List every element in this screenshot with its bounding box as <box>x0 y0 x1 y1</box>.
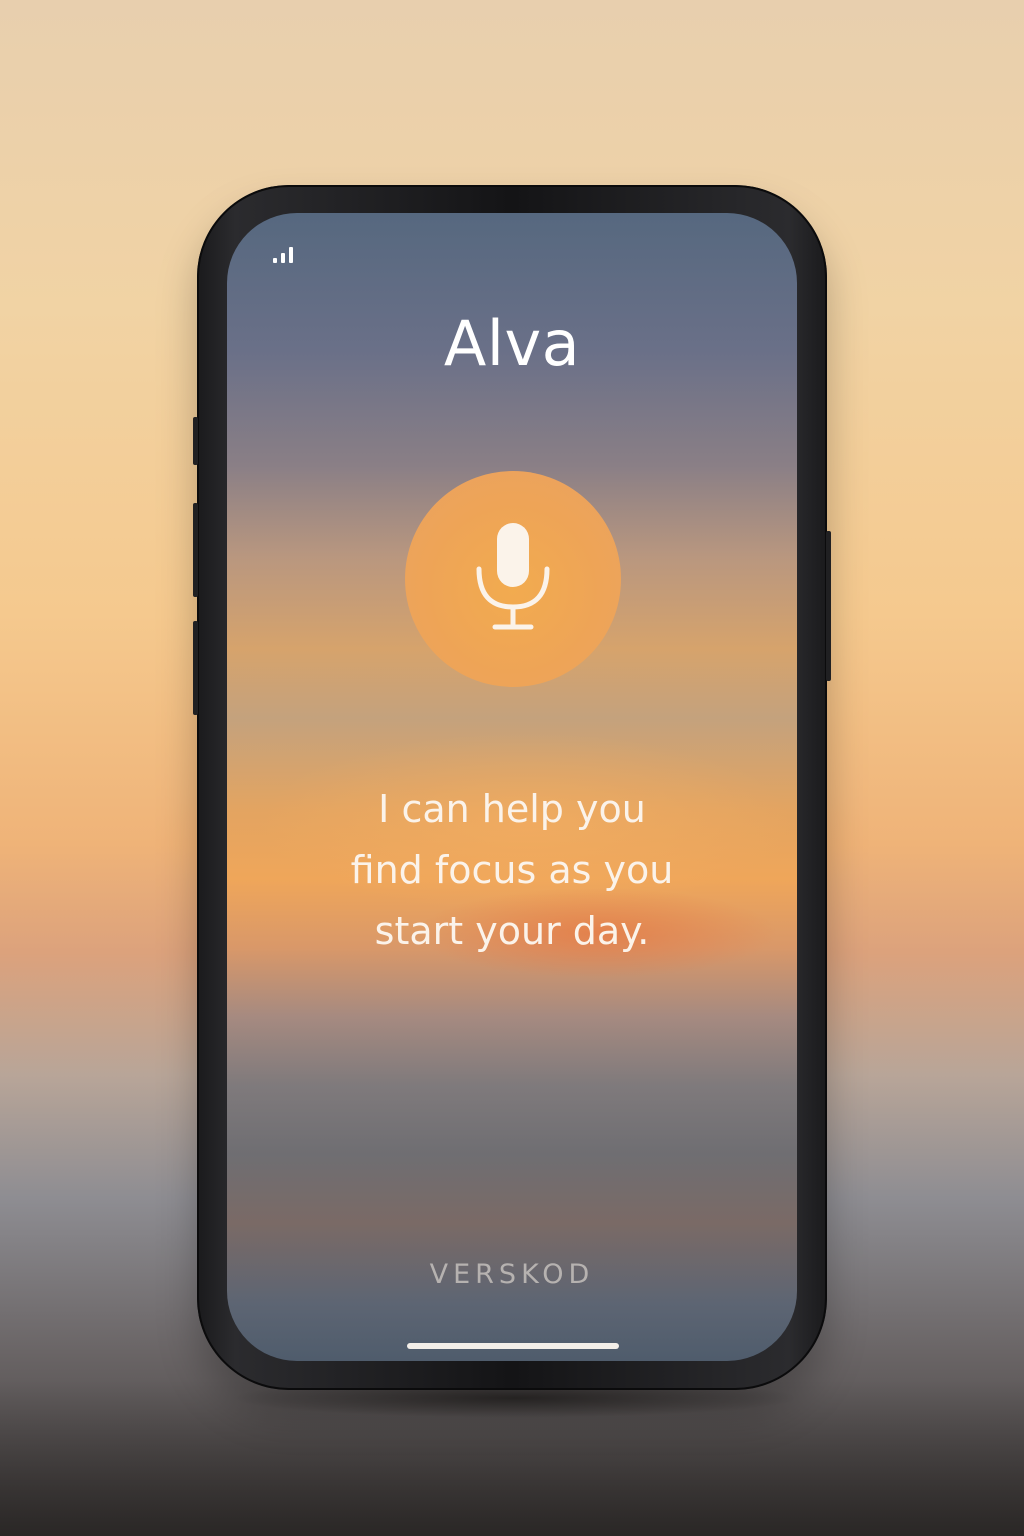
volume-up-button <box>193 503 198 597</box>
microphone-icon <box>476 523 550 630</box>
microphone-button[interactable] <box>405 471 621 687</box>
brand-label: VERSKOD <box>429 1259 595 1290</box>
assistant-message: I can help you find focus as you start y… <box>227 779 797 962</box>
message-line: I can help you <box>378 787 646 831</box>
message-line: find focus as you <box>350 848 674 892</box>
power-button <box>826 531 831 681</box>
volume-down-button <box>193 621 198 715</box>
background-scene: Alva I can help you find focus as you st… <box>0 0 1024 1536</box>
app-title: Alva <box>443 307 581 380</box>
home-indicator[interactable] <box>407 1343 619 1349</box>
cellular-signal-icon <box>273 247 293 263</box>
phone-device: Alva I can help you find focus as you st… <box>193 185 831 1390</box>
phone-screen: Alva I can help you find focus as you st… <box>227 213 797 1361</box>
action-button <box>193 417 198 465</box>
message-line: start your day. <box>374 909 650 953</box>
